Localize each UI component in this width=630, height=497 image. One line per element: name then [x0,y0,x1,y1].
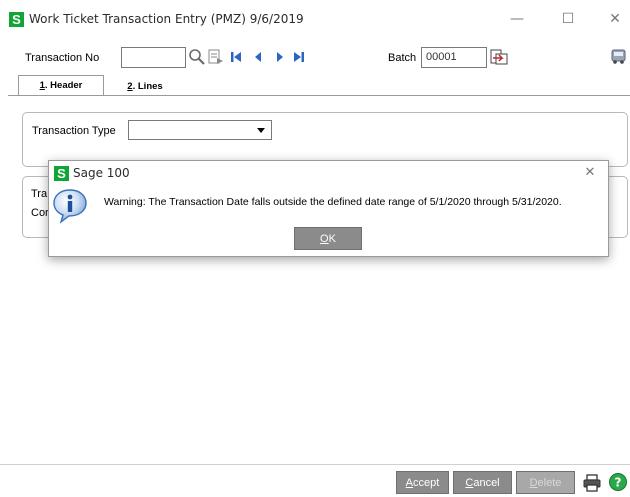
transaction-no-label: Transaction No [25,52,100,64]
window-title: Work Ticket Transaction Entry (PMZ) 9/6/… [29,12,304,26]
next-record-icon[interactable] [274,50,286,64]
partial-transaction-label: Tra [31,188,48,200]
tab-header-label: . Header [44,80,83,91]
delete-button[interactable]: Delete [516,471,575,494]
dialog-close-button[interactable]: ✕ [575,165,605,180]
svg-text:?: ? [615,476,622,490]
transaction-no-input[interactable] [121,47,186,68]
dialog-title: Sage 100 [73,166,130,180]
ok-mnemonic: O [320,233,329,245]
delete-label: elete [537,477,562,489]
sage-logo-icon: S [9,12,24,27]
chevron-down-icon [257,128,265,133]
tab-header[interactable]: 1. Header [18,75,104,96]
partial-comment-label: Cor [31,207,49,219]
transaction-type-value [129,121,133,133]
lookup-search-icon[interactable] [187,47,207,67]
cancel-button[interactable]: Cancel [453,471,512,494]
previous-record-icon[interactable] [252,50,264,64]
first-record-icon[interactable] [229,50,243,64]
batch-value: 00001 [426,51,457,63]
close-window-button[interactable]: ✕ [600,11,630,27]
warning-message: Warning: The Transaction Date falls outs… [104,196,562,208]
tab-divider [8,95,630,96]
minimize-button[interactable]: — [502,11,532,27]
info-icon [53,189,87,224]
last-record-icon[interactable] [292,50,306,64]
batch-label: Batch [388,52,417,64]
tab-lines[interactable]: 2. Lines [110,77,180,96]
accept-button[interactable]: Accept [396,471,449,494]
cancel-label: ancel [473,477,500,489]
transaction-type-select[interactable] [128,120,272,140]
next-number-document-icon[interactable] [207,48,225,66]
transaction-type-group [22,112,628,167]
transaction-type-label: Transaction Type [32,125,116,137]
tab-lines-label: . Lines [132,81,163,92]
printer-icon[interactable] [582,473,602,493]
dialog-sage-logo-icon: S [54,166,69,181]
delete-mnemonic: D [529,477,538,489]
warning-dialog: S Sage 100 ✕ Warning: The Transaction Da… [48,160,609,257]
transport-bus-icon[interactable] [610,48,628,66]
footer-divider [0,464,630,465]
accept-label: ccept [413,477,440,489]
batch-select-icon[interactable] [488,46,510,68]
accept-mnemonic: A [405,477,414,489]
help-icon[interactable]: ? [608,472,628,492]
maximize-button[interactable]: ☐ [553,11,583,27]
batch-input[interactable]: 00001 [421,47,487,68]
ok-label: K [328,233,336,245]
ok-button[interactable]: OK [294,227,362,250]
